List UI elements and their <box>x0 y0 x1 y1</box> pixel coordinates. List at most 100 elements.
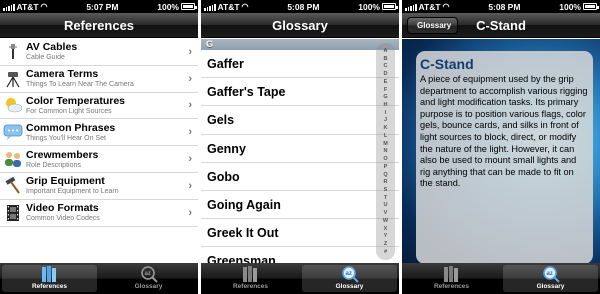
index-letter[interactable]: # <box>384 249 387 255</box>
index-letter[interactable]: U <box>384 202 388 208</box>
term-definition: A piece of equipment used by the grip de… <box>420 74 588 189</box>
index-letter[interactable]: W <box>383 218 388 224</box>
sun-cloud-icon <box>0 96 26 114</box>
item-subtitle: Things You'll Hear On Set <box>26 134 106 142</box>
glossary-term[interactable]: Gels <box>201 106 399 135</box>
index-letter[interactable]: E <box>384 79 388 85</box>
index-letter[interactable]: S <box>384 187 388 193</box>
index-letter[interactable]: C <box>384 63 388 69</box>
speech-bubble-icon <box>0 123 26 141</box>
index-letter[interactable]: X <box>384 226 388 232</box>
index-letter[interactable]: H <box>384 102 388 108</box>
film-icon <box>0 204 26 222</box>
svg-text:az: az <box>345 271 351 277</box>
battery-icon <box>180 3 197 10</box>
status-bar: AT&T ◠ 5:07 PM 100% <box>0 0 198 13</box>
list-item-camera-terms[interactable]: Camera Terms Things To Learn Near The Cam… <box>0 66 198 93</box>
books-icon <box>39 265 61 283</box>
index-letter[interactable]: N <box>384 148 388 154</box>
index-letter[interactable]: M <box>383 141 388 147</box>
status-bar: AT&T ◠ 5:08 PM 100% <box>201 0 399 13</box>
chevron-right-icon: › <box>188 206 192 219</box>
index-letter[interactable]: A <box>384 48 388 54</box>
battery-icon <box>381 3 398 10</box>
tab-glossary[interactable]: az Glossary <box>503 265 598 292</box>
carrier-label: AT&T <box>16 1 39 12</box>
wifi-icon: ◠ <box>442 2 450 11</box>
back-button[interactable]: Glossary <box>407 17 459 34</box>
glossary-term[interactable]: Gaffer <box>201 50 399 79</box>
detail-screen: AT&T ◠ 5:08 PM 100% Glossary C-Stand C-S… <box>402 0 600 294</box>
chevron-right-icon: › <box>188 179 192 192</box>
index-letter[interactable]: T <box>384 195 387 201</box>
index-letter[interactable]: G <box>383 94 387 100</box>
books-icon <box>240 265 262 283</box>
item-title: Grip Equipment <box>26 175 105 188</box>
item-title: Video Formats <box>26 202 99 215</box>
index-letter[interactable]: Y <box>384 233 388 239</box>
list-item-video-formats[interactable]: Video Formats Common Video Codecs › <box>0 200 198 227</box>
tab-references[interactable]: References <box>203 265 298 292</box>
carrier-label: AT&T <box>217 1 240 12</box>
index-letter[interactable]: O <box>383 156 387 162</box>
glossary-list: Gaffer Gaffer's Tape Gels Genny Gobo Goi… <box>201 50 399 276</box>
index-letter[interactable]: J <box>384 117 387 123</box>
glossary-term[interactable]: Gobo <box>201 163 399 191</box>
index-letter[interactable]: Z <box>384 241 387 247</box>
list-item-av-cables[interactable]: AV Cables Cable Guide › <box>0 39 198 66</box>
tab-label: Glossary <box>536 283 565 290</box>
tab-label: Glossary <box>335 283 364 290</box>
index-letter[interactable]: L <box>384 133 387 139</box>
cable-icon <box>0 43 26 61</box>
tab-label: References <box>232 283 269 290</box>
term-heading: C-Stand <box>420 56 474 72</box>
tab-references[interactable]: References <box>404 265 499 292</box>
list-item-crewmembers[interactable]: Crewmembers Role Descriptions › <box>0 146 198 173</box>
list-item-grip-equipment[interactable]: Grip Equipment Important Equipment to Lea… <box>0 173 198 200</box>
tripod-icon <box>0 70 26 88</box>
chevron-right-icon: › <box>188 72 192 85</box>
people-icon <box>0 150 26 168</box>
item-subtitle: Role Descriptions <box>26 161 81 169</box>
battery-percent: 100% <box>358 1 380 12</box>
section-index-bar[interactable]: A B C D E F G H I J K L M N O P Q R S T … <box>376 43 395 260</box>
az-magnifier-icon: az <box>540 265 562 283</box>
item-subtitle: Things To Learn Near The Camera <box>26 81 134 89</box>
tab-bar: References az Glossary <box>0 263 198 294</box>
index-letter[interactable]: Q <box>383 172 387 178</box>
references-screen: AT&T ◠ 5:07 PM 100% References AV Cables… <box>0 0 198 294</box>
index-letter[interactable]: V <box>384 210 388 216</box>
index-letter[interactable]: I <box>385 110 387 116</box>
clock: 5:08 PM <box>488 1 521 12</box>
az-magnifier-icon: az <box>339 265 361 283</box>
index-letter[interactable]: K <box>384 125 388 131</box>
glossary-term[interactable]: Going Again <box>201 191 399 220</box>
tab-label: Glossary <box>134 283 163 290</box>
navigation-bar: Glossary C-Stand <box>402 13 600 38</box>
item-subtitle: Common Video Codecs <box>26 215 100 223</box>
tab-glossary[interactable]: az Glossary <box>302 265 397 292</box>
index-letter[interactable]: F <box>384 87 387 93</box>
index-letter[interactable]: D <box>384 71 388 77</box>
index-letter[interactable]: P <box>384 164 388 170</box>
glossary-term[interactable]: Greek It Out <box>201 219 399 248</box>
status-bar: AT&T ◠ 5:08 PM 100% <box>402 0 600 13</box>
books-icon <box>441 265 463 283</box>
background-photo: C-Stand A piece of equipment used by the… <box>402 39 600 264</box>
item-subtitle: Important Equipment to Learn <box>26 188 119 196</box>
list-item-common-phrases[interactable]: Common Phrases Things You'll Hear On Set … <box>0 119 198 147</box>
tab-glossary[interactable]: az Glossary <box>101 265 196 292</box>
hammer-icon <box>0 176 26 195</box>
list-item-color-temperatures[interactable]: Color Temperatures For Common Light Sourc… <box>0 93 198 120</box>
item-title: Color Temperatures <box>26 94 125 107</box>
glossary-term[interactable]: Gaffer's Tape <box>201 78 399 107</box>
tab-references[interactable]: References <box>2 265 97 292</box>
glossary-term[interactable]: Genny <box>201 135 399 163</box>
nav-title: References <box>0 13 198 38</box>
index-letter[interactable]: R <box>384 179 388 185</box>
clock: 5:08 PM <box>287 1 320 12</box>
chevron-right-icon: › <box>188 126 192 139</box>
tab-bar: References az Glossary <box>201 263 399 294</box>
item-subtitle: For Common Light Sources <box>26 107 112 115</box>
index-letter[interactable]: B <box>384 56 388 62</box>
